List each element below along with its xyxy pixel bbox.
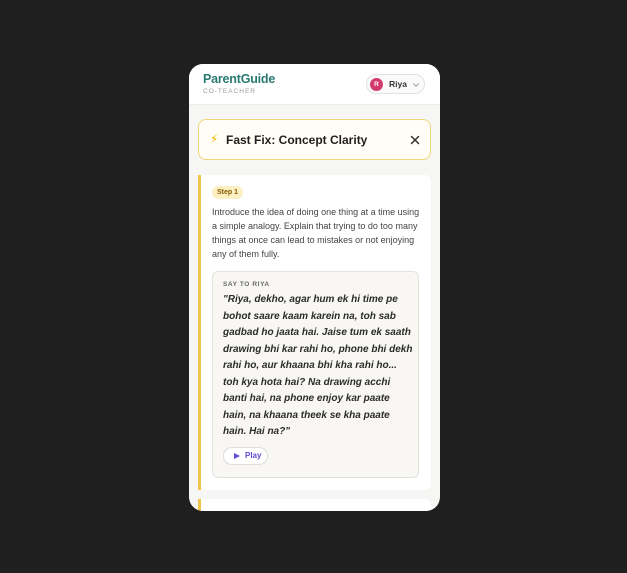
app-screen: ParentGuide CO-TEACHER R Riya ⚡ Fast Fix… <box>189 64 440 511</box>
play-icon <box>234 453 240 459</box>
step-accent-bar <box>198 499 201 511</box>
app-logo[interactable]: ParentGuide <box>203 72 275 86</box>
next-step-card <box>198 499 431 511</box>
step-badge: Step 1 <box>212 186 244 199</box>
say-label: SAY TO RIYA <box>223 281 270 288</box>
app-subtitle: CO-TEACHER <box>203 88 256 95</box>
lightning-icon: ⚡ <box>210 132 219 146</box>
profile-switcher[interactable]: R Riya <box>366 74 425 94</box>
step-accent-bar <box>198 175 201 490</box>
fast-fix-title: Fast Fix: Concept Clarity <box>226 133 368 147</box>
fast-fix-header: ⚡ Fast Fix: Concept Clarity <box>198 119 431 160</box>
say-to-child-box: SAY TO RIYA "Riya, dekho, agar hum ek hi… <box>212 271 419 478</box>
avatar: R <box>370 78 383 91</box>
step-card: Step 1 Introduce the idea of doing one t… <box>198 175 431 490</box>
profile-name: Riya <box>389 79 407 89</box>
play-label: Play <box>245 451 262 460</box>
step-description: Introduce the idea of doing one thing at… <box>212 207 420 259</box>
chevron-down-icon <box>413 83 419 87</box>
say-quote: "Riya, dekho, agar hum ek hi time pe boh… <box>223 294 413 437</box>
close-icon[interactable] <box>408 133 422 147</box>
top-bar: ParentGuide CO-TEACHER R Riya <box>189 64 440 105</box>
play-button[interactable]: Play <box>223 447 268 465</box>
